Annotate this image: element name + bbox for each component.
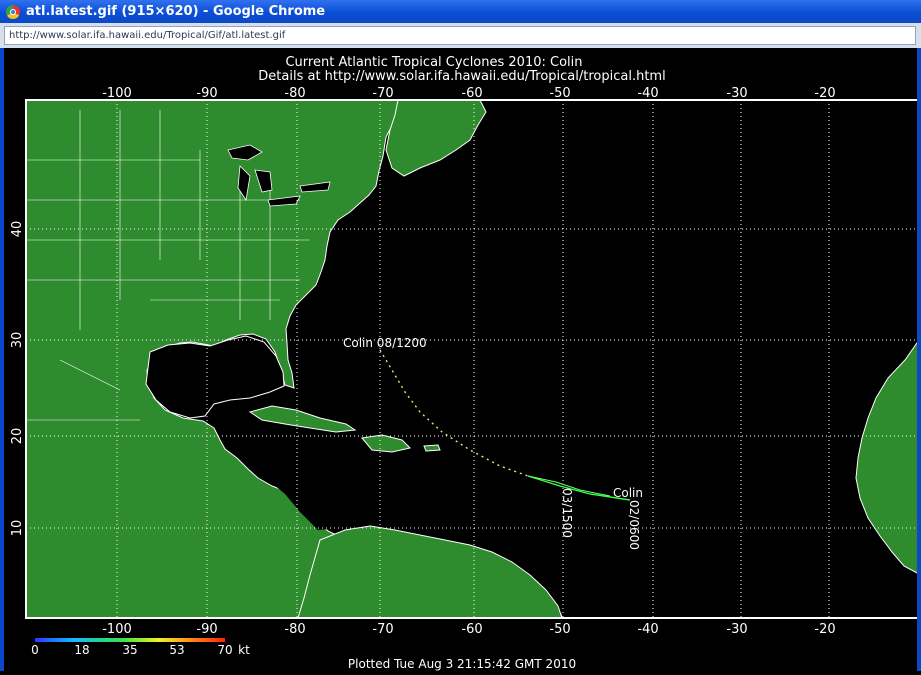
- scale-unit: kt: [238, 643, 250, 657]
- lat-ticks: 40 30 20 10: [10, 221, 25, 537]
- lon-tick-bottom: -50: [549, 622, 570, 637]
- lon-ticks-top: -100 -90 -80 -70 -60 -50 -40 -30 -20: [102, 86, 835, 101]
- window-frame-left: [0, 48, 4, 671]
- lon-tick-top: -60: [461, 86, 482, 101]
- lon-tick-bottom: -30: [726, 622, 747, 637]
- puerto-rico-land: [423, 444, 441, 452]
- lon-tick-top: -30: [726, 86, 747, 101]
- track-label-0315: 03/1500: [560, 488, 574, 538]
- track-label-0206: 02/0600: [627, 500, 641, 550]
- lon-tick-bottom: -80: [284, 622, 305, 637]
- scale-label: 35: [122, 643, 137, 657]
- wind-scale-bar: [35, 638, 225, 642]
- lon-tick-top: -100: [102, 86, 132, 101]
- lon-tick-top: -40: [637, 86, 658, 101]
- lon-tick-bottom: -40: [637, 622, 658, 637]
- lon-tick-bottom: -100: [102, 622, 132, 637]
- lat-tick: 20: [10, 428, 25, 445]
- lon-tick-bottom: -70: [372, 622, 393, 637]
- lon-tick-top: -70: [372, 86, 393, 101]
- lat-tick: 30: [10, 332, 25, 349]
- scale-label: 0: [31, 643, 39, 657]
- map-area: Colin 08/1200 03/1500 Colin 02/0600: [25, 99, 920, 619]
- track-label-colin: Colin: [613, 486, 643, 500]
- map-subtitle: Details at http://www.solar.ifa.hawaii.e…: [258, 69, 665, 84]
- image-viewport: Current Atlantic Tropical Cyclones 2010:…: [0, 48, 921, 671]
- scale-label: 53: [169, 643, 184, 657]
- cyclone-map-image: Current Atlantic Tropical Cyclones 2010:…: [10, 55, 920, 671]
- storm-label-current: Colin 08/1200: [343, 336, 427, 350]
- lon-tick-top: -80: [284, 86, 305, 101]
- plot-timestamp: Plotted Tue Aug 3 21:15:42 GMT 2010: [348, 657, 576, 671]
- map-title: Current Atlantic Tropical Cyclones 2010:…: [285, 55, 582, 70]
- scale-label: 70: [217, 643, 232, 657]
- lon-tick-top: -50: [549, 86, 570, 101]
- window-title: atl.latest.gif (915×620) - Google Chrome: [26, 4, 326, 19]
- address-bar: http://www.solar.ifa.hawaii.edu/Tropical…: [0, 23, 921, 48]
- chrome-icon: [6, 4, 20, 19]
- url-field[interactable]: http://www.solar.ifa.hawaii.edu/Tropical…: [4, 26, 916, 45]
- wind-speed-scale: 0 18 35 53 70 kt: [31, 638, 250, 657]
- lon-tick-top: -20: [814, 86, 835, 101]
- lon-tick-bottom: -60: [461, 622, 482, 637]
- window-frame-right: [917, 48, 921, 671]
- lon-tick-bottom: -90: [196, 622, 217, 637]
- url-text: http://www.solar.ifa.hawaii.edu/Tropical…: [9, 30, 286, 41]
- scale-label: 18: [74, 643, 89, 657]
- window-titlebar: atl.latest.gif (915×620) - Google Chrome: [0, 0, 921, 23]
- lat-tick: 10: [10, 520, 25, 537]
- lon-tick-bottom: -20: [814, 622, 835, 637]
- lon-tick-top: -90: [196, 86, 217, 101]
- lon-ticks-bottom: -100 -90 -80 -70 -60 -50 -40 -30 -20: [102, 622, 835, 637]
- lat-tick: 40: [10, 221, 25, 238]
